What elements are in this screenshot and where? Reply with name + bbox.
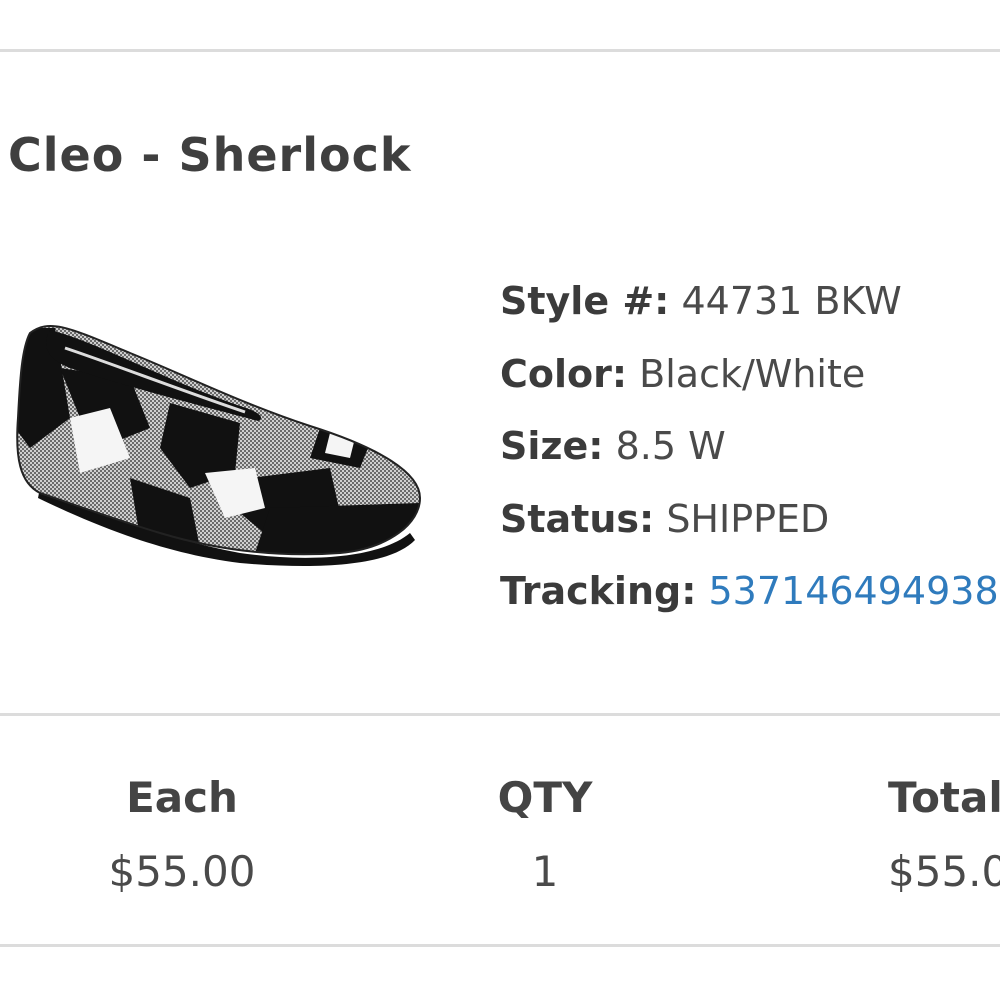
qty-column: QTY 1 xyxy=(445,770,645,900)
style-value: 44731 BKW xyxy=(681,279,902,323)
product-image[interactable] xyxy=(10,308,430,568)
style-label: Style #: xyxy=(500,279,670,323)
status-value: SHIPPED xyxy=(666,496,830,541)
total-column: Total $55.00 xyxy=(888,770,1000,900)
status-label: Status: xyxy=(500,496,655,541)
size-value: 8.5 W xyxy=(615,424,726,468)
style-row: Style #: 44731 BKW xyxy=(500,276,1000,349)
color-value: Black/White xyxy=(639,351,866,396)
each-price: $55.00 xyxy=(108,847,256,896)
size-row: Size: 8.5 W xyxy=(500,421,1000,494)
each-label: Each xyxy=(126,773,238,822)
each-column: Each $55.00 xyxy=(82,770,282,900)
product-details: Style #: 44731 BKW Color: Black/White Si… xyxy=(500,276,1000,639)
product-title[interactable]: Cleo - Sherlock xyxy=(8,128,411,182)
top-divider xyxy=(0,49,1000,52)
tracking-label: Tracking: xyxy=(500,569,697,613)
tracking-number-link[interactable]: 5371464949388 xyxy=(709,569,1000,613)
bottom-divider xyxy=(0,944,1000,947)
middle-divider xyxy=(0,713,1000,716)
qty-value: 1 xyxy=(531,847,559,896)
color-label: Color: xyxy=(500,351,628,396)
status-row: Status: SHIPPED xyxy=(500,494,1000,567)
qty-label: QTY xyxy=(497,773,593,822)
total-price: $55.00 xyxy=(888,847,1000,896)
color-row: Color: Black/White xyxy=(500,349,1000,422)
tracking-row: Tracking: 5371464949388 xyxy=(500,566,1000,639)
total-label: Total xyxy=(888,773,1000,822)
size-label: Size: xyxy=(500,424,604,468)
